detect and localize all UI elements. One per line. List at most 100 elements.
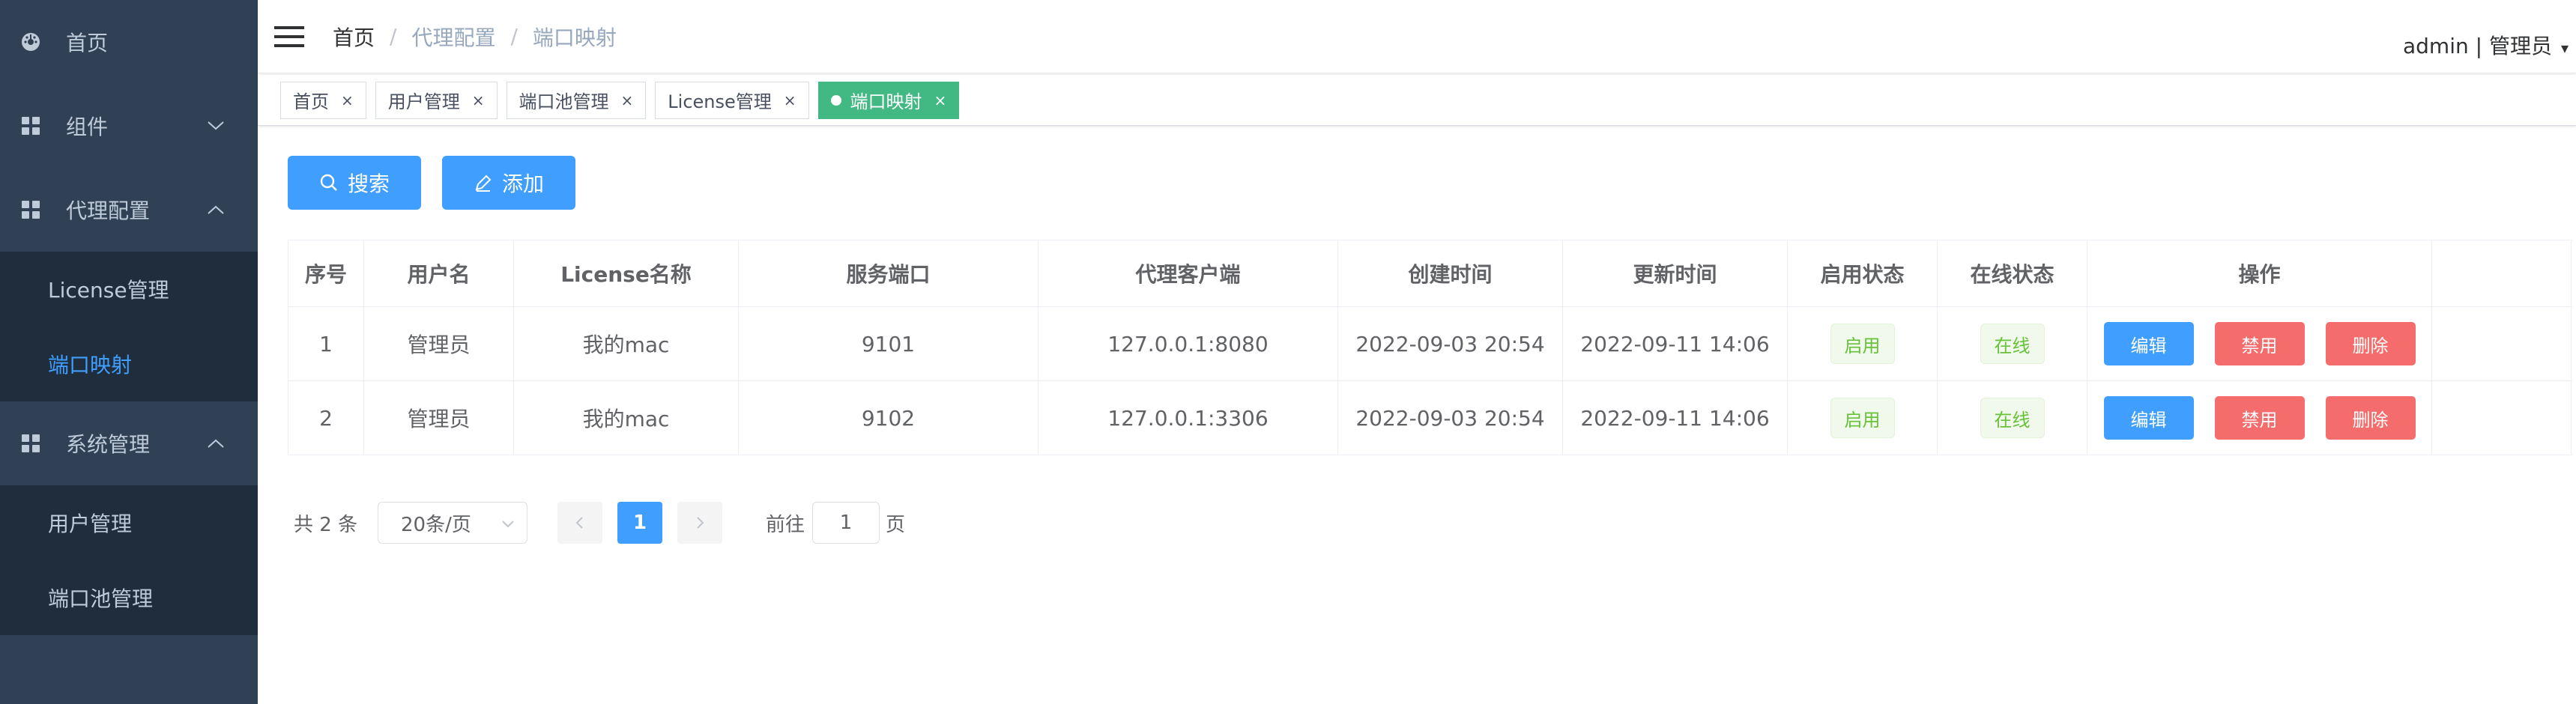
chevron-left-icon <box>575 517 583 529</box>
cell-created: 2022-09-03 20:54 <box>1338 307 1563 380</box>
component-icon <box>18 431 43 456</box>
sidebar-item-port-mapping[interactable]: 端口映射 <box>0 327 258 401</box>
sidebar-item-license[interactable]: License管理 <box>0 252 258 327</box>
navbar: 首页 / 代理配置 / 端口映射 admin | 管理员 ▾ <box>258 0 2576 73</box>
cell-updated: 2022-09-11 14:06 <box>1563 307 1788 380</box>
port-mapping-table: 序号 用户名 License名称 服务端口 代理客户端 创建时间 更新时间 启用… <box>288 240 2572 455</box>
column-header: 启用状态 <box>1788 240 1938 306</box>
caret-down-icon: ▾ <box>2560 39 2569 57</box>
column-header: 创建时间 <box>1338 240 1563 306</box>
tab-label: 端口池管理 <box>518 91 609 112</box>
cell-port: 9101 <box>739 307 1038 380</box>
breadcrumb-item[interactable]: 首页 <box>333 22 375 52</box>
tab-label: 端口映射 <box>850 91 922 112</box>
chevron-down-icon <box>201 111 231 141</box>
delete-button[interactable]: 删除 <box>2325 322 2416 365</box>
add-button[interactable]: 添加 <box>442 156 575 210</box>
close-icon[interactable]: × <box>784 91 796 109</box>
delete-button[interactable]: 删除 <box>2325 396 2416 440</box>
goto-page-input[interactable]: 1 <box>812 502 880 544</box>
close-icon[interactable]: × <box>472 91 485 109</box>
user-menu[interactable]: admin | 管理员 ▾ <box>2403 30 2569 60</box>
sidebar-item-users[interactable]: 用户管理 <box>0 485 258 560</box>
page-number-button[interactable]: 1 <box>617 502 662 544</box>
column-header: 序号 <box>288 240 364 306</box>
sidebar-item-label: 首页 <box>66 31 109 55</box>
submenu-proxy-config: License管理 端口映射 <box>0 252 258 401</box>
cell-user: 管理员 <box>364 307 514 380</box>
cell-client: 127.0.0.1:3306 <box>1038 381 1338 455</box>
breadcrumb-separator: / <box>390 24 397 49</box>
hamburger-icon[interactable] <box>273 20 306 53</box>
next-page-button[interactable] <box>677 502 722 544</box>
dashboard-icon <box>18 29 43 55</box>
close-icon[interactable]: × <box>341 91 354 109</box>
edit-button[interactable]: 编辑 <box>2103 396 2194 440</box>
sidebar-item-home[interactable]: 首页 <box>0 0 258 84</box>
cell-enabled: 启用 <box>1788 381 1938 455</box>
breadcrumb-item: 代理配置 <box>411 25 496 50</box>
sidebar-item-port-pool[interactable]: 端口池管理 <box>0 560 258 635</box>
tab-license[interactable]: License管理 × <box>655 81 809 119</box>
component-icon <box>18 197 43 222</box>
tab-home[interactable]: 首页 × <box>280 81 366 119</box>
tags-view: 首页 × 用户管理 × 端口池管理 × License管理 × 端口映射 × <box>258 75 2576 126</box>
table-row: 2 管理员 我的mac 9102 127.0.0.1:3306 2022-09-… <box>288 381 2572 455</box>
column-header: 更新时间 <box>1563 240 1788 306</box>
table-header-row: 序号 用户名 License名称 服务端口 代理客户端 创建时间 更新时间 启用… <box>288 240 2572 307</box>
cell-online: 在线 <box>1938 307 2087 380</box>
cell-port: 9102 <box>739 381 1038 455</box>
sidebar-item-label: License管理 <box>48 278 169 303</box>
tab-port-mapping[interactable]: 端口映射 × <box>817 81 960 119</box>
column-header: 代理客户端 <box>1038 240 1338 306</box>
disable-button[interactable]: 禁用 <box>2214 322 2305 365</box>
cell-license: 我的mac <box>514 381 739 455</box>
sidebar-item-system[interactable]: 系统管理 <box>0 401 258 485</box>
column-header: 操作 <box>2087 240 2432 306</box>
breadcrumb-item: 端口映射 <box>532 25 617 50</box>
cell-actions: 编辑 禁用 删除 <box>2087 307 2432 380</box>
cell-actions: 编辑 禁用 删除 <box>2087 381 2432 455</box>
status-badge: 在线 <box>1980 398 2045 438</box>
page-size-select[interactable]: 20条/页 <box>378 502 527 544</box>
cell-gutter <box>2432 307 2572 380</box>
tab-port-pool[interactable]: 端口池管理 × <box>506 81 647 119</box>
sidebar-item-components[interactable]: 组件 <box>0 84 258 168</box>
cell-user: 管理员 <box>364 381 514 455</box>
column-header: License名称 <box>514 240 739 306</box>
sidebar-item-label: 端口池管理 <box>48 586 154 611</box>
column-header: 服务端口 <box>739 240 1038 306</box>
close-icon[interactable]: × <box>934 91 947 109</box>
sidebar-item-label: 组件 <box>66 115 109 139</box>
column-header: 用户名 <box>364 240 514 306</box>
page-size-value: 20条/页 <box>401 513 471 536</box>
user-name: admin | 管理员 <box>2402 34 2552 58</box>
sidebar-item-label: 用户管理 <box>48 512 133 536</box>
column-header: 在线状态 <box>1938 240 2087 306</box>
edit-icon <box>474 173 493 192</box>
cell-index: 2 <box>288 381 364 455</box>
tab-label: 用户管理 <box>387 91 460 112</box>
breadcrumb: 首页 / 代理配置 / 端口映射 <box>333 22 617 52</box>
status-badge: 在线 <box>1980 324 2045 364</box>
chevron-up-icon <box>201 428 231 458</box>
sidebar-item-label: 系统管理 <box>66 432 151 457</box>
submenu-system: 用户管理 端口池管理 <box>0 485 258 635</box>
close-icon[interactable]: × <box>621 91 634 109</box>
edit-button[interactable]: 编辑 <box>2103 322 2194 365</box>
status-badge: 启用 <box>1830 398 1895 438</box>
cell-updated: 2022-09-11 14:06 <box>1563 381 1788 455</box>
cell-index: 1 <box>288 307 364 380</box>
cell-online: 在线 <box>1938 381 2087 455</box>
prev-page-button[interactable] <box>557 502 602 544</box>
disable-button[interactable]: 禁用 <box>2214 396 2305 440</box>
tab-users[interactable]: 用户管理 × <box>375 81 498 119</box>
add-button-label: 添加 <box>501 172 544 196</box>
sidebar-item-label: 端口映射 <box>48 353 133 377</box>
search-button[interactable]: 搜索 <box>288 156 421 210</box>
breadcrumb-separator: / <box>510 24 518 49</box>
sidebar-item-label: 代理配置 <box>66 198 151 223</box>
search-icon <box>319 173 339 192</box>
cell-license: 我的mac <box>514 307 739 380</box>
sidebar-item-proxy-config[interactable]: 代理配置 <box>0 168 258 252</box>
